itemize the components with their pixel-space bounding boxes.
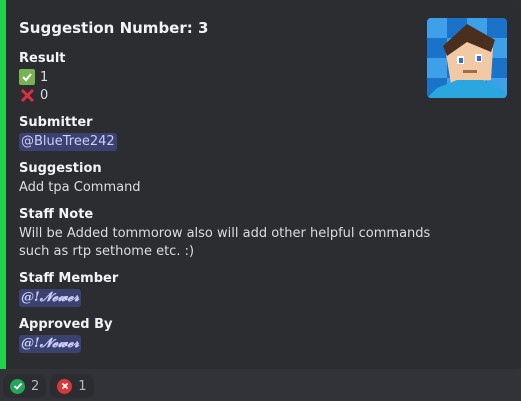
result-label: Result	[19, 51, 66, 66]
avatar-image	[427, 18, 507, 98]
downvote-count: 0	[40, 87, 49, 103]
green-check-icon	[10, 378, 25, 394]
approved-by-value: @!𝓝𝓮𝔀𝓮𝓻	[19, 335, 82, 353]
reaction-check-count: 2	[31, 378, 40, 394]
approved-by-mention[interactable]: @!𝓝𝓮𝔀𝓮𝓻	[19, 335, 82, 353]
suggestion-embed: Suggestion Number: 3 Result 1 0 Submitte…	[0, 0, 521, 369]
red-x-icon	[19, 87, 35, 103]
staff-member-value: @!𝓝𝓮𝔀𝓮𝓻	[19, 289, 82, 307]
red-cross-icon	[57, 378, 73, 394]
reaction-bar: 2 1	[3, 374, 94, 398]
white-check-mark-icon	[19, 69, 35, 85]
suggestion-text: Add tpa Command	[19, 180, 141, 195]
reaction-cross[interactable]: 1	[50, 374, 94, 398]
suggestion-label: Suggestion	[19, 161, 102, 176]
submitter-value: @BlueTree242	[19, 133, 117, 151]
approved-by-label: Approved By	[19, 317, 113, 332]
staff-member-label: Staff Member	[19, 271, 119, 286]
submitter-mention[interactable]: @BlueTree242	[19, 133, 117, 151]
upvote-count: 1	[40, 69, 49, 85]
reaction-cross-count: 1	[78, 378, 87, 394]
staff-note-label: Staff Note	[19, 207, 94, 222]
staff-note-line-2: such as rtp sethome etc. :)	[19, 244, 195, 259]
embed-title: Suggestion Number: 3	[19, 19, 209, 37]
result-downvotes: 0	[19, 87, 48, 103]
submitter-label: Submitter	[19, 115, 93, 130]
reaction-check[interactable]: 2	[3, 374, 47, 398]
result-upvotes: 1	[19, 69, 48, 85]
user-avatar-thumbnail[interactable]	[427, 18, 507, 98]
staff-member-mention[interactable]: @!𝓝𝓮𝔀𝓮𝓻	[19, 289, 82, 307]
staff-note-line-1: Will be Added tommorow also will add oth…	[19, 226, 431, 241]
